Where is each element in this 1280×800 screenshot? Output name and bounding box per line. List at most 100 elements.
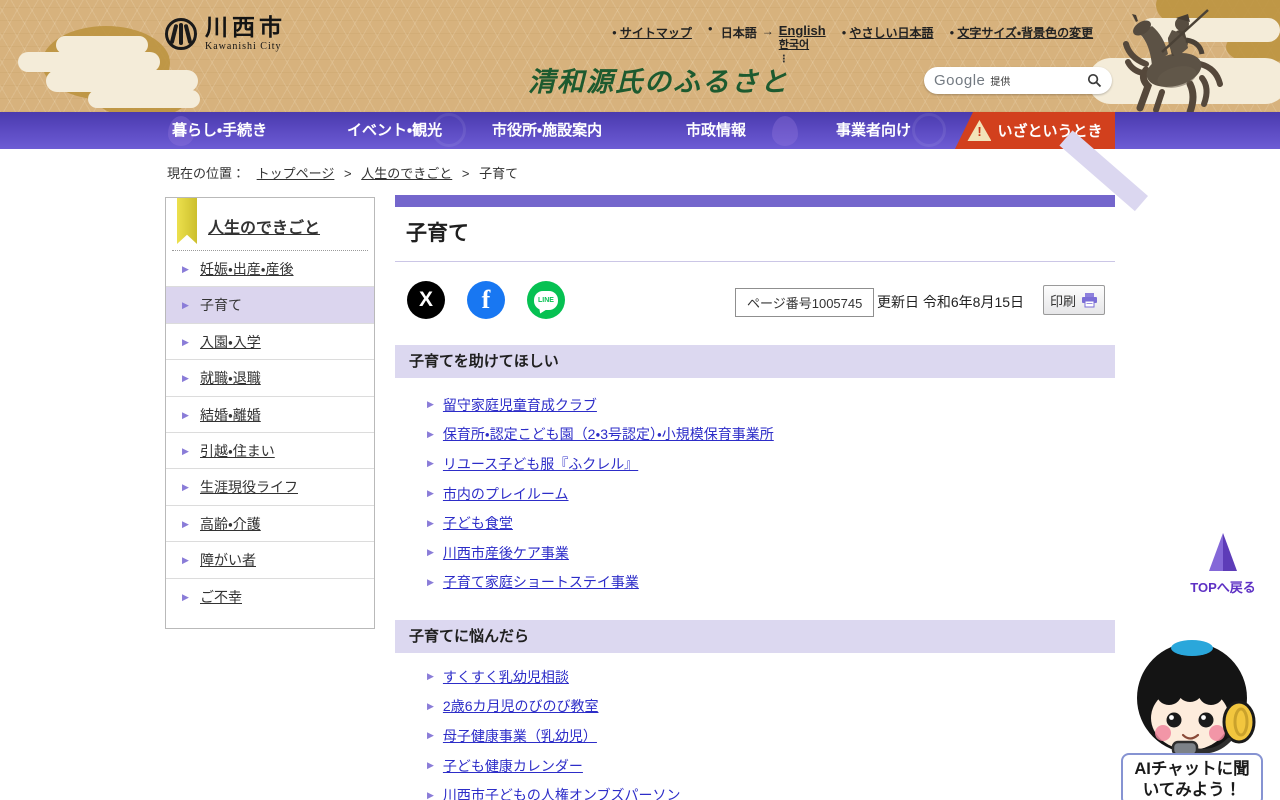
site-header: 川西市 Kawanishi City サイトマップ 日本語 → English …: [0, 0, 1280, 118]
nav-item-kurashi[interactable]: 暮らし・手続き: [172, 112, 267, 149]
sidebar-title-link[interactable]: 人生のできごと: [208, 214, 362, 238]
list-item: 市内のプレイルーム: [427, 479, 774, 509]
x-icon: X: [418, 288, 433, 311]
link-boshi-kenko[interactable]: 母子健康事業（乳幼児）: [443, 726, 597, 746]
search-provided-label: 提供: [990, 77, 1011, 88]
nav-item-shisei[interactable]: 市政情報: [686, 112, 746, 149]
breadcrumb-separator: >: [461, 166, 470, 181]
city-logo[interactable]: 川西市 Kawanishi City: [165, 16, 286, 52]
nav-item-event[interactable]: イベント・観光: [347, 112, 442, 149]
kawanishi-city-page: 川西市 Kawanishi City サイトマップ 日本語 → English …: [0, 0, 1280, 800]
sidebar-item-kekkon[interactable]: 結婚・離婚: [166, 397, 374, 433]
ai-chat-label: AIチャットに聞いてみよう！: [1121, 753, 1263, 800]
list-item: 2歳6カ月児のびのび教室: [427, 692, 681, 722]
language-option-english[interactable]: English: [779, 23, 826, 39]
sidebar-item-ninshin[interactable]: 妊娠・出産・産後: [166, 251, 374, 288]
arrow-up-icon: [1209, 533, 1237, 571]
sidebar-item-shogaisha[interactable]: 障がい者: [166, 542, 374, 579]
arrow-right-icon: →: [761, 24, 774, 38]
worry-link-list: すくすく乳幼児相談 2歳6カ月児のびのび教室 母子健康事業（乳幼児） 子ども健康…: [427, 662, 681, 800]
list-item: 保育所・認定こども園（2・3号認定）・小規模保育事業所: [427, 420, 774, 450]
site-search-box[interactable]: Google 提供: [924, 67, 1112, 94]
samurai-statue-image: [1123, 9, 1223, 116]
link-playroom[interactable]: 市内のプレイルーム: [443, 484, 569, 504]
sidebar-item-label: 妊娠・出産・産後: [200, 261, 294, 277]
back-to-top-button[interactable]: TOPへ戻る: [1186, 533, 1260, 596]
nav-leaf-decoration: [772, 116, 798, 146]
sidebar-item-label: 高齢・介護: [200, 515, 261, 532]
link-ombudsperson[interactable]: 川西市子どもの人権オンブズパーソン: [443, 785, 681, 800]
sidebar-item-gofuko[interactable]: ご不幸: [166, 579, 374, 616]
help-link-list: 留守家庭児童育成クラブ 保育所・認定こども園（2・3号認定）・小規模保育事業所 …: [427, 390, 774, 597]
nav-item-jigyosha[interactable]: 事業者向け: [836, 112, 911, 149]
link-rusu-katei[interactable]: 留守家庭児童育成クラブ: [443, 395, 597, 415]
breadcrumb: 現在の位置： トップページ > 人生のできごと > 子育て: [167, 163, 518, 182]
nav-item-shiyakusho[interactable]: 市役所・施設案内: [492, 112, 602, 149]
list-item: すくすく乳幼児相談: [427, 662, 681, 692]
sidebar-item-label: 障がい者: [200, 552, 256, 569]
print-button-label: 印刷: [1049, 293, 1076, 309]
printer-icon: [1082, 293, 1097, 308]
warning-icon: [967, 120, 992, 141]
title-accent-bar: [395, 195, 1115, 207]
share-line-button[interactable]: LINE: [527, 281, 565, 319]
sidebar-item-label: ご不幸: [200, 588, 242, 605]
text-size-background-link[interactable]: 文字サイズ・背景色の変更: [957, 26, 1093, 40]
cloud-decoration: [46, 70, 198, 92]
breadcrumb-prefix: 現在の位置：: [167, 166, 246, 181]
bookmark-ribbon-icon: [177, 198, 197, 244]
sidebar-item-shogai-life[interactable]: 生涯現役ライフ: [166, 469, 374, 506]
list-item: 子ども食堂: [427, 508, 774, 538]
mascot-icon: [1134, 640, 1256, 757]
breadcrumb-current: 子育て: [479, 166, 519, 181]
sidebar-item-label: 生涯現役ライフ: [200, 479, 298, 496]
sitemap-link-wrap: サイトマップ: [612, 24, 692, 41]
language-current: 日本語: [720, 26, 757, 40]
link-kodomo-shokudo[interactable]: 子ども食堂: [443, 513, 513, 533]
city-emblem-icon: [165, 18, 197, 50]
sidebar-item-hikkoshi[interactable]: 引越・住まい: [166, 433, 374, 470]
link-sango-care[interactable]: 川西市産後ケア事業: [443, 543, 569, 563]
share-x-button[interactable]: X: [407, 281, 445, 319]
sidebar-item-label: 就職・退職: [200, 370, 261, 387]
list-item: 留守家庭児童育成クラブ: [427, 390, 774, 420]
sidebar-item-shushoku[interactable]: 就職・退職: [166, 360, 374, 397]
link-sukusuku[interactable]: すくすく乳幼児相談: [443, 667, 569, 687]
page-number-badge: ページ番号1005745: [735, 288, 875, 317]
nav-emblem-decoration: [912, 113, 946, 147]
facebook-icon: f: [481, 285, 491, 314]
link-nobinobi[interactable]: 2歳6カ月児のびのび教室: [443, 696, 599, 716]
sitemap-link[interactable]: サイトマップ: [620, 26, 692, 40]
city-name: 川西市: [205, 14, 286, 40]
ai-chat-widget[interactable]: AIチャットに聞いてみよう！: [1117, 636, 1267, 800]
nav-emergency-label: いざというとき: [997, 123, 1103, 140]
share-facebook-button[interactable]: f: [467, 281, 505, 319]
link-hoikusho[interactable]: 保育所・認定こども園（2・3号認定）・小規模保育事業所: [443, 424, 774, 444]
breadcrumb-top-link[interactable]: トップページ: [257, 166, 335, 181]
easy-japanese-link[interactable]: やさしい日本語: [850, 26, 934, 40]
breadcrumb-separator: >: [344, 166, 352, 181]
list-item: 子育て家庭ショートステイ事業: [427, 568, 774, 598]
breadcrumb-life-events-link[interactable]: 人生のできごと: [361, 166, 452, 181]
nav-emergency-button[interactable]: いざというとき: [955, 112, 1115, 149]
sidebar-item-korei[interactable]: 高齢・介護: [166, 506, 374, 543]
easy-japanese-link-wrap: やさしい日本語: [842, 24, 934, 41]
link-kenko-calendar[interactable]: 子ども健康カレンダー: [443, 756, 583, 776]
text-size-link-wrap: 文字サイズ・背景色の変更: [950, 24, 1093, 41]
section-heading-worry: 子育てに悩んだら: [395, 620, 1115, 653]
sidebar-item-label: 結婚・離婚: [200, 406, 261, 423]
link-short-stay[interactable]: 子育て家庭ショートステイ事業: [443, 572, 639, 592]
sidebar-item-label: 入園・入学: [200, 333, 261, 350]
language-option-korean[interactable]: 한국어: [779, 39, 809, 52]
section-heading-help: 子育てを助けてほしい: [395, 345, 1115, 378]
sidebar-item-nyuen[interactable]: 入園・入学: [166, 324, 374, 361]
print-button[interactable]: 印刷: [1043, 285, 1105, 315]
link-reuse-fukureru[interactable]: リユース子ども服『ふクレル』: [443, 454, 638, 474]
sidebar-list: 妊娠・出産・産後 子育て 入園・入学 就職・退職 結婚・離婚 引越・住まい 生涯…: [166, 251, 374, 615]
sidebar-item-kosodate-active[interactable]: 子育て: [166, 287, 374, 324]
search-icon[interactable]: [1087, 73, 1102, 88]
list-item: 子ども健康カレンダー: [427, 751, 681, 781]
title-underline: [395, 261, 1115, 262]
cloud-decoration: [88, 90, 200, 108]
sidebar-item-label: 引越・住まい: [200, 442, 275, 459]
